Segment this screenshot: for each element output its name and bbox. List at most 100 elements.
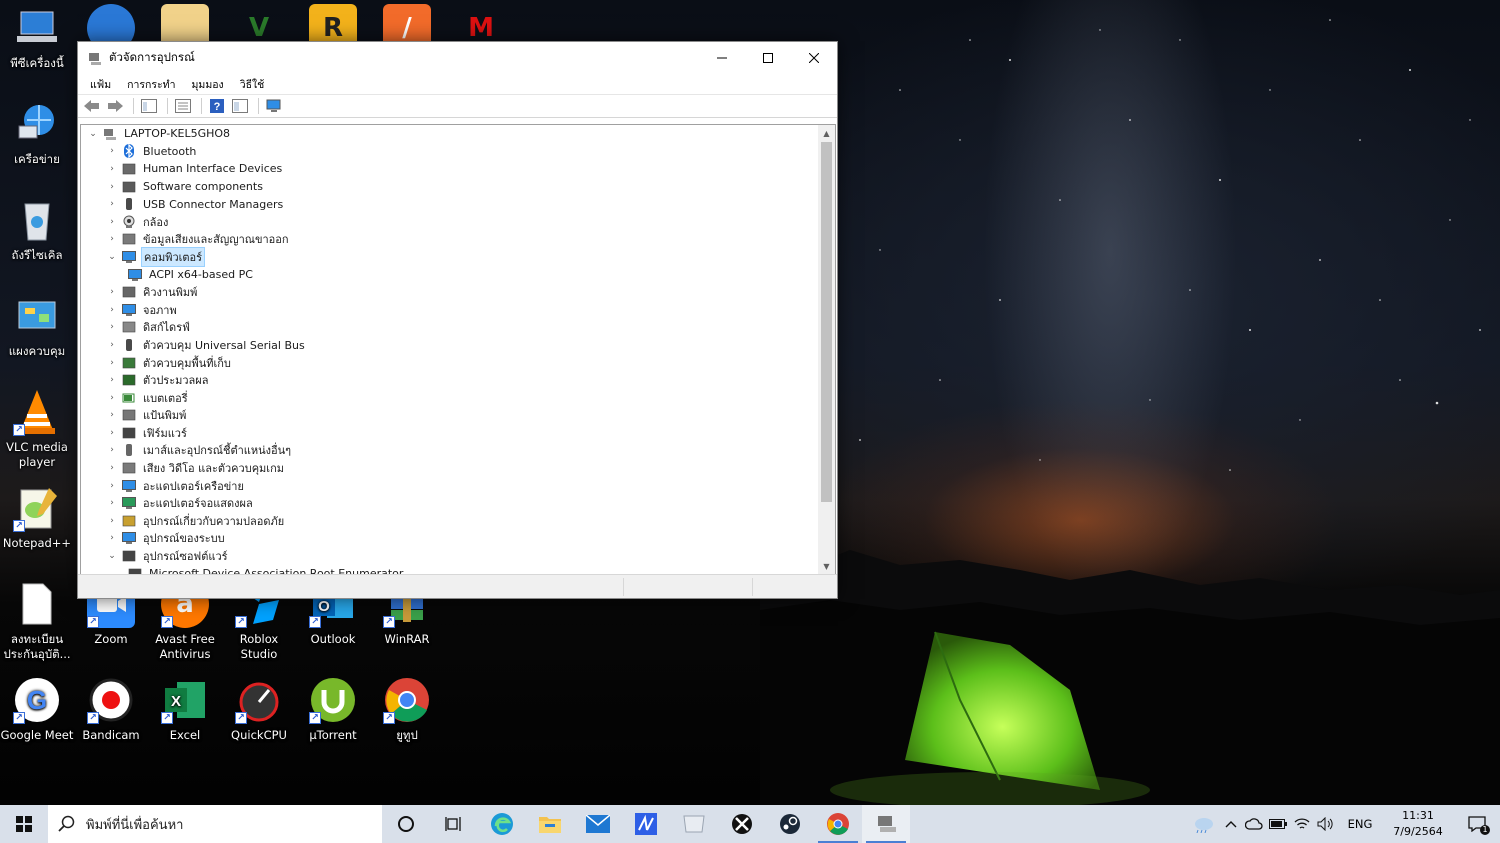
tree-category-item[interactable]: › ตัวควบคุม Universal Serial Bus [81,336,821,354]
tree-category-item[interactable]: › ตัวประมวลผล [81,371,821,389]
chevron-right-icon[interactable]: › [106,498,118,508]
vertical-scrollbar[interactable]: ▲ ▼ [818,125,835,574]
scrollbar-thumb[interactable] [821,142,832,502]
desktop-icon-google-meet[interactable]: G ↗ Google Meet [0,676,74,743]
taskbar-xbox[interactable] [718,805,766,843]
desktop-icon-this-pc[interactable]: พีซีเครื่องนี้ [0,4,74,71]
tree-child-item[interactable]: Microsoft Device Association Root Enumer… [81,565,821,574]
tree-category-item[interactable]: › อุปกรณ์เกี่ยวกับความปลอดภัย [81,512,821,530]
show-hidden-icons-chevron-up-icon[interactable] [1220,805,1242,843]
title-bar[interactable]: ตัวจัดการอุปกรณ์ [78,42,837,74]
tree-category-item[interactable]: › ดิสก์ไดรฟ์ [81,319,821,337]
scroll-up-icon[interactable]: ▲ [818,125,835,142]
chevron-right-icon[interactable]: › [106,463,118,473]
taskbar-steam[interactable] [766,805,814,843]
chevron-right-icon[interactable]: › [106,234,118,244]
tree-category-item[interactable]: › Bluetooth [81,143,821,161]
chevron-right-icon[interactable]: › [106,217,118,227]
tree-category-item[interactable]: › แบตเตอรี่ [81,389,821,407]
chevron-right-icon[interactable]: › [106,146,118,156]
tree-category-item[interactable]: ⌄ อุปกรณ์ซอฟต์แวร์ [81,547,821,565]
scroll-down-icon[interactable]: ▼ [818,558,835,574]
tree-category-item[interactable]: › กล้อง [81,213,821,231]
chevron-right-icon[interactable]: › [106,287,118,297]
desktop-icon-network[interactable]: เครือข่าย [0,100,74,167]
tree-child-item[interactable]: ACPI x64-based PC [81,266,821,284]
tree-category-item[interactable]: › ข้อมูลเสียงและสัญญาณขาออก [81,231,821,249]
chevron-right-icon[interactable]: › [106,182,118,192]
help-button[interactable]: ? [207,96,227,116]
taskbar-app-notes[interactable] [670,805,718,843]
maximize-button[interactable] [745,42,791,74]
desktop-icon-notepad-plus[interactable]: ↗ Notepad++ [0,484,74,551]
desktop-icon-recycle-bin[interactable]: ถังรีไซเคิล [0,196,74,263]
chevron-right-icon[interactable]: › [106,305,118,315]
tree-category-item[interactable]: › ตัวควบคุมพื้นที่เก็บ [81,354,821,372]
taskbar-edge[interactable] [478,805,526,843]
desktop-icon-vlc[interactable]: ↗ VLC media player [0,388,74,470]
tree-category-item[interactable]: › คิวงานพิมพ์ [81,283,821,301]
chevron-right-icon[interactable]: › [106,358,118,368]
taskbar-file-explorer[interactable] [526,805,574,843]
desktop-icon-youtube-chrome[interactable]: ↗ ยูทูป [370,676,444,743]
onedrive-cloud-icon[interactable] [1242,805,1266,843]
volume-icon[interactable] [1314,805,1338,843]
tree-category-item[interactable]: › เมาส์และอุปกรณ์ชี้ตำแหน่งอื่นๆ [81,442,821,460]
taskbar-clock[interactable]: 11:31 7/9/2564 [1382,808,1454,840]
chevron-right-icon[interactable]: › [106,445,118,455]
menu-view[interactable]: มุมมอง [183,76,231,93]
desktop-icon-document[interactable]: ลงทะเบียนประกันอุบัติ... [0,580,74,662]
tree-category-item[interactable]: › Human Interface Devices [81,160,821,178]
battery-icon[interactable] [1266,805,1290,843]
tree-category-item[interactable]: › อะแดปเตอร์จอแสดงผล [81,494,821,512]
chevron-right-icon[interactable]: › [106,410,118,420]
desktop-icon-control-panel[interactable]: แผงควบคุม [0,292,74,359]
menu-file[interactable]: แฟ้ม [82,76,119,93]
chevron-down-icon[interactable]: ⌄ [87,129,99,139]
tree-category-item[interactable]: › Software components [81,178,821,196]
weather-icon[interactable] [1186,805,1220,843]
tree-category-item[interactable]: › อะแดปเตอร์เครือข่าย [81,477,821,495]
show-hide-console-tree-button[interactable] [139,96,159,116]
desktop-icon-utorrent[interactable]: ↗ µTorrent [296,676,370,743]
input-language[interactable]: ENG [1338,805,1382,843]
chevron-right-icon[interactable]: › [106,340,118,350]
tree-root[interactable]: ⌄ LAPTOP-KEL5GHO8 [81,125,821,143]
taskbar-device-manager[interactable] [862,805,910,843]
minimize-button[interactable] [699,42,745,74]
desktop-icon-quickcpu[interactable]: ↗ QuickCPU [222,676,296,743]
tree-category-item[interactable]: › จอภาพ [81,301,821,319]
chevron-right-icon[interactable]: › [106,481,118,491]
tree-category-item[interactable]: › เสียง วิดีโอ และตัวควบคุมเกม [81,459,821,477]
tree-category-item[interactable]: › USB Connector Managers [81,195,821,213]
taskbar-mail[interactable] [574,805,622,843]
chevron-right-icon[interactable]: › [106,393,118,403]
taskbar-app-blue[interactable] [622,805,670,843]
chevron-right-icon[interactable]: › [106,516,118,526]
chevron-right-icon[interactable]: › [106,428,118,438]
task-view-button[interactable] [430,805,478,843]
chevron-right-icon[interactable]: › [106,164,118,174]
desktop-icon-excel[interactable]: X ↗ Excel [148,676,222,743]
chevron-right-icon[interactable]: › [106,375,118,385]
view-button[interactable] [230,96,250,116]
properties-button[interactable] [173,96,193,116]
chevron-down-icon[interactable]: ⌄ [106,252,118,262]
notification-center-button[interactable]: 1 [1454,805,1500,843]
chevron-down-icon[interactable]: ⌄ [106,551,118,561]
scan-hardware-button[interactable] [264,96,284,116]
forward-button[interactable] [105,96,125,116]
tree-category-item[interactable]: › อุปกรณ์ของระบบ [81,530,821,548]
desktop-icon-bandicam[interactable]: ↗ Bandicam [74,676,148,743]
menu-help[interactable]: วิธีใช้ [232,76,273,93]
close-button[interactable] [791,42,837,74]
chevron-right-icon[interactable]: › [106,533,118,543]
tree-category-item[interactable]: ⌄ คอมพิวเตอร์ [81,246,821,267]
tree-category-item[interactable]: › เฟิร์มแวร์ [81,424,821,442]
chevron-right-icon[interactable]: › [106,199,118,209]
taskbar-chrome[interactable] [814,805,862,843]
back-button[interactable] [82,96,102,116]
start-button[interactable] [0,805,48,843]
chevron-right-icon[interactable]: › [106,322,118,332]
menu-action[interactable]: การกระทำ [119,76,183,93]
